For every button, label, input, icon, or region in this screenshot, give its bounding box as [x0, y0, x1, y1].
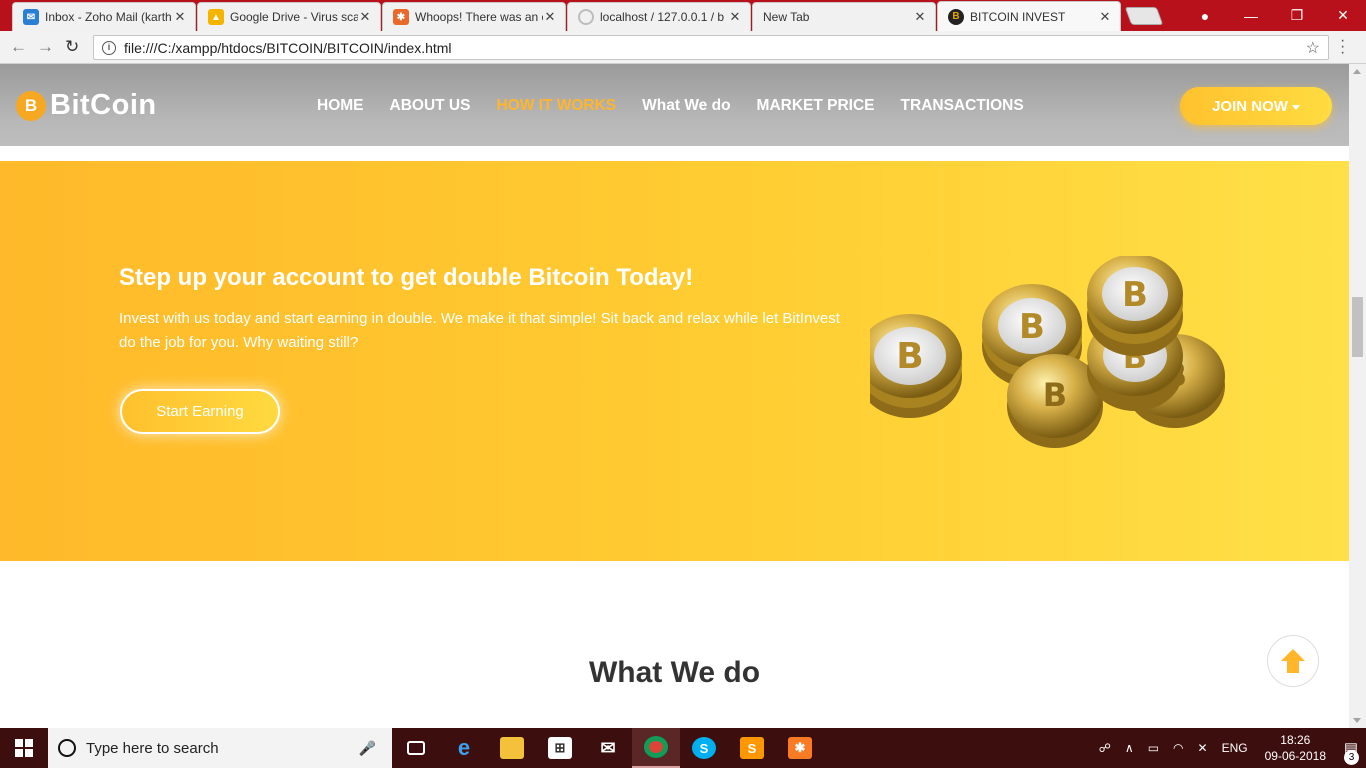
tab-title: BITCOIN INVEST	[970, 9, 1066, 24]
browser-tab-bitcoin-invest[interactable]: B BITCOIN INVEST ✕	[937, 1, 1121, 31]
profile-icon[interactable]: ●	[1182, 8, 1228, 24]
bitcoin-logo-icon: B	[16, 90, 46, 121]
logo-text: BitCoin	[50, 89, 157, 121]
browser-menu-icon[interactable]: · · ·	[1340, 33, 1345, 61]
hero-title: Step up your account to get double Bitco…	[119, 264, 694, 291]
clock-time: 18:26	[1280, 733, 1311, 747]
tab-title: Inbox - Zoho Mail (karth	[45, 10, 172, 24]
close-tab-icon[interactable]: ✕	[913, 9, 927, 25]
notification-count-badge: 3	[1344, 750, 1359, 765]
window-controls: ● — ❐ ✕	[1182, 0, 1366, 31]
loading-spinner-icon	[578, 9, 594, 25]
join-now-label: JOIN NOW	[1212, 97, 1288, 115]
site-header: B BitCoin HOME ABOUT US HOW IT WORKS Wha…	[0, 64, 1349, 146]
header-spacer	[0, 146, 1349, 161]
battery-icon[interactable]: ▭	[1148, 741, 1159, 755]
windows-logo-icon	[15, 739, 33, 757]
hero-description: Invest with us today and start earning i…	[119, 310, 840, 351]
task-view-icon[interactable]	[392, 728, 440, 768]
svg-text:B: B	[1043, 376, 1067, 414]
microphone-icon[interactable]: 🎤	[359, 740, 376, 757]
scroll-to-top-button[interactable]	[1267, 635, 1319, 687]
search-placeholder: Type here to search	[86, 739, 219, 757]
info-icon[interactable]: i	[102, 40, 116, 55]
clock[interactable]: 18:26 09-06-2018	[1265, 732, 1326, 764]
page-scrollbar[interactable]	[1349, 64, 1366, 728]
language-indicator[interactable]: ENG	[1222, 741, 1248, 755]
bookmark-star-icon[interactable]: ☆	[1306, 38, 1320, 58]
address-bar[interactable]: i file:///C:/xampp/htdocs/BITCOIN/BITCOI…	[93, 35, 1329, 60]
clock-date: 09-06-2018	[1264, 749, 1326, 763]
drive-favicon-icon: ▲	[208, 9, 224, 25]
xampp-icon[interactable]: ✱	[776, 728, 824, 768]
xampp-favicon-icon: ✱	[393, 9, 409, 25]
browser-tab-new-tab[interactable]: New Tab ✕	[752, 2, 936, 31]
nav-market-price[interactable]: MARKET PRICE	[757, 97, 875, 115]
section-title: What We do	[588, 656, 761, 689]
show-hidden-icons-icon[interactable]: ∧	[1125, 741, 1134, 755]
taskbar-search[interactable]: Type here to search 🎤	[48, 728, 392, 768]
tab-title: Google Drive - Virus sca	[230, 10, 358, 24]
nav-home[interactable]: HOME	[317, 97, 364, 115]
close-tab-icon[interactable]: ✕	[358, 9, 372, 25]
hero-banner: Step up your account to get double Bitco…	[0, 161, 1349, 561]
browser-tab-whoops[interactable]: ✱ Whoops! There was an e ✕	[382, 2, 566, 31]
mail-favicon-icon: ✉	[23, 9, 39, 25]
page-viewport: B BitCoin HOME ABOUT US HOW IT WORKS Wha…	[0, 64, 1366, 728]
people-icon[interactable]: ☍	[1099, 741, 1111, 755]
nav-transactions[interactable]: TRANSACTIONS	[901, 97, 1024, 115]
caret-down-icon	[1291, 105, 1300, 110]
tab-title: Whoops! There was an e	[415, 10, 543, 24]
scroll-down-arrow-icon[interactable]	[1353, 718, 1361, 723]
browser-tab-strip: ✉ Inbox - Zoho Mail (karth ✕ ▲ Google Dr…	[0, 0, 1366, 31]
sublime-text-icon[interactable]: S	[728, 728, 776, 768]
back-arrow-icon[interactable]: ←	[10, 37, 27, 57]
file-explorer-icon[interactable]	[488, 728, 536, 768]
tab-title: New Tab	[763, 10, 810, 24]
main-nav: HOME ABOUT US HOW IT WORKS What We do MA…	[317, 97, 1050, 115]
edge-icon[interactable]: e	[440, 728, 488, 768]
start-earning-button[interactable]: Start Earning	[120, 389, 280, 434]
reload-icon[interactable]: ↻	[65, 37, 79, 57]
mail-icon[interactable]: ✉	[584, 728, 632, 768]
browser-tab-google-drive[interactable]: ▲ Google Drive - Virus sca ✕	[197, 2, 381, 31]
close-tab-icon[interactable]: ✕	[728, 9, 742, 25]
browser-tab-localhost[interactable]: localhost / 127.0.0.1 / b ✕	[567, 2, 751, 31]
scrollbar-thumb[interactable]	[1352, 297, 1363, 357]
system-tray: ☍ ∧ ▭ ◠ ✕ ENG 18:26 09-06-2018 ▤ 3	[1092, 728, 1366, 768]
start-button[interactable]	[0, 728, 48, 768]
skype-icon[interactable]: S	[680, 728, 728, 768]
close-window-icon[interactable]: ✕	[1320, 7, 1366, 24]
forward-arrow-icon[interactable]: →	[37, 37, 54, 57]
store-icon[interactable]: ⊞	[536, 728, 584, 768]
close-tab-icon[interactable]: ✕	[543, 9, 557, 25]
close-tab-icon[interactable]: ✕	[1098, 9, 1112, 25]
windows-taskbar: Type here to search 🎤 e ⊞ ✉ S S ✱ ☍ ∧ ▭ …	[0, 728, 1366, 768]
wifi-icon[interactable]: ◠	[1173, 741, 1183, 755]
browser-toolbar: ← → ↻ i file:///C:/xampp/htdocs/BITCOIN/…	[0, 31, 1366, 64]
tab-title: localhost / 127.0.0.1 / b	[600, 10, 725, 24]
arrow-up-icon	[1281, 649, 1305, 673]
svg-text:B: B	[1122, 275, 1148, 315]
site-logo[interactable]: B BitCoin	[16, 89, 157, 122]
url-text[interactable]: file:///C:/xampp/htdocs/BITCOIN/BITCOIN/…	[124, 40, 1306, 56]
bitcoin-favicon-icon: B	[948, 8, 964, 25]
minimize-icon[interactable]: —	[1228, 8, 1274, 24]
scroll-up-arrow-icon[interactable]	[1353, 69, 1361, 74]
cortana-icon	[58, 739, 76, 757]
action-center-icon[interactable]: ▤ 3	[1336, 739, 1366, 765]
browser-tab-zoho[interactable]: ✉ Inbox - Zoho Mail (karth ✕	[12, 2, 196, 31]
nav-about-us[interactable]: ABOUT US	[390, 97, 471, 115]
join-now-button[interactable]: JOIN NOW	[1180, 87, 1332, 125]
maximize-icon[interactable]: ❐	[1274, 7, 1320, 24]
close-tab-icon[interactable]: ✕	[173, 9, 187, 25]
chrome-icon[interactable]	[632, 728, 680, 768]
bitcoin-coins-image: B B B B B	[870, 256, 1225, 448]
nav-what-we-do[interactable]: What We do	[642, 97, 730, 115]
new-tab-button[interactable]	[1124, 7, 1164, 25]
svg-text:B: B	[896, 336, 923, 377]
volume-muted-icon[interactable]: ✕	[1198, 741, 1208, 755]
svg-text:B: B	[1019, 307, 1045, 347]
nav-how-it-works[interactable]: HOW IT WORKS	[496, 97, 616, 115]
